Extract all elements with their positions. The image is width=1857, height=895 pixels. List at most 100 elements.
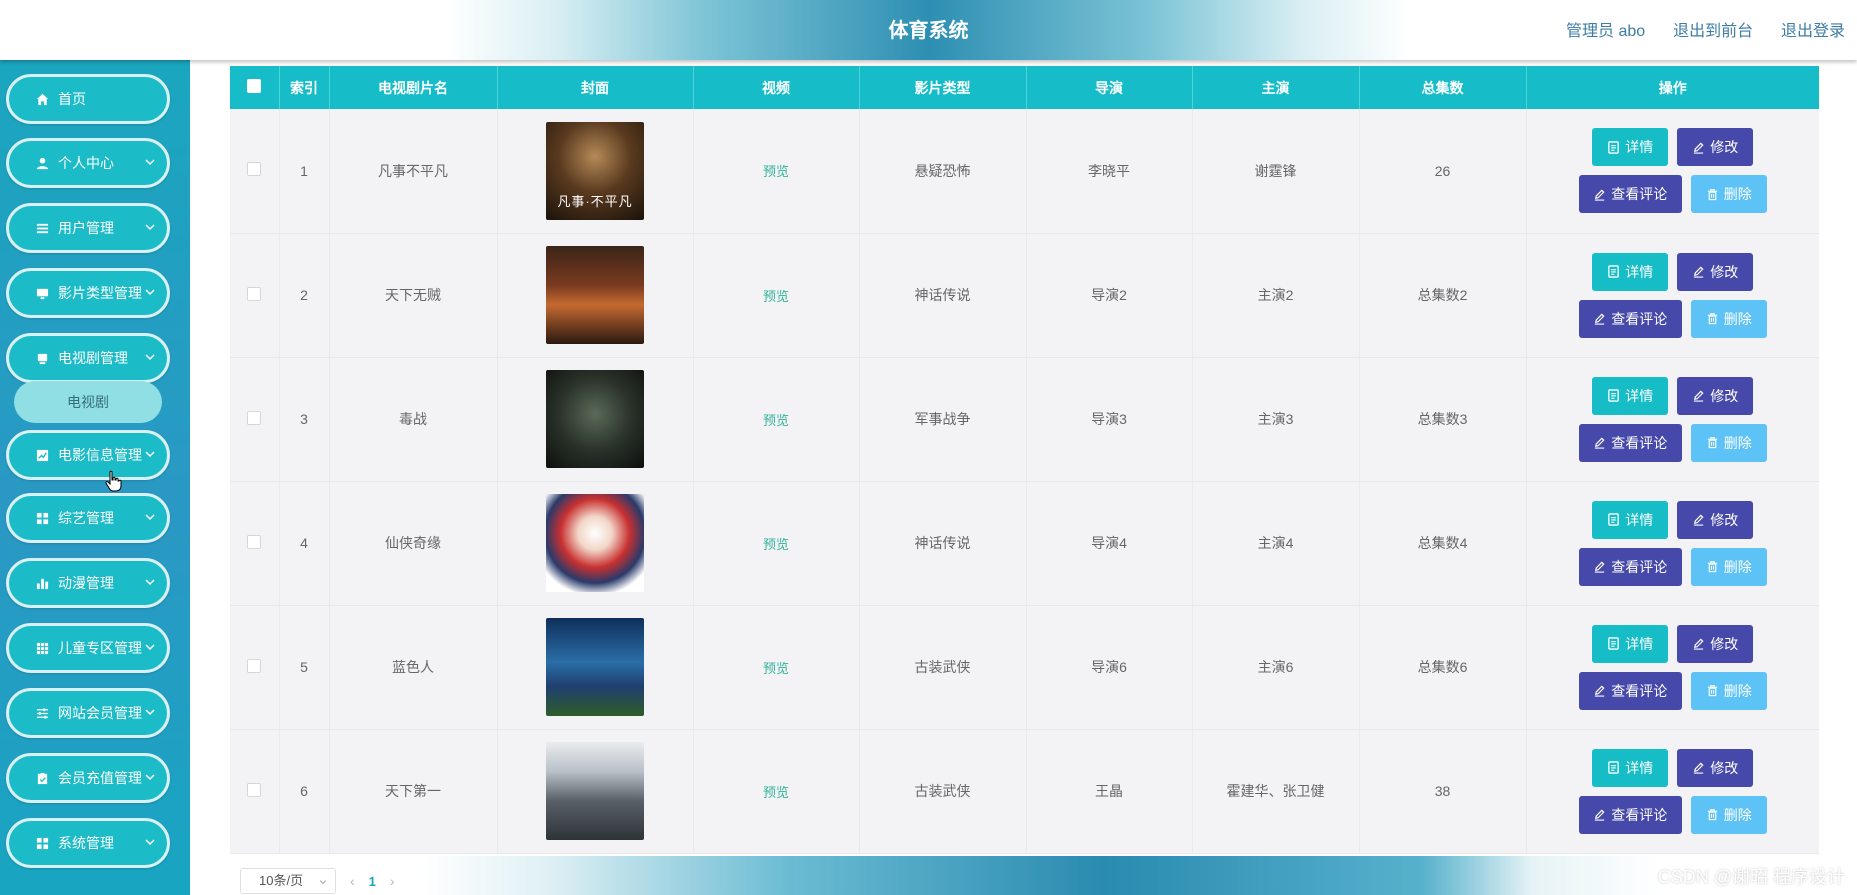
index-cell: 6: [279, 729, 330, 853]
view-reviews-button[interactable]: 查看评论: [1578, 547, 1682, 586]
view-reviews-label: 查看评论: [1611, 434, 1668, 451]
genre-cell: 军事战争: [859, 357, 1027, 481]
view-reviews-button[interactable]: 查看评论: [1578, 795, 1682, 834]
sidebar-item-tv-management[interactable]: 电视剧管理: [6, 333, 170, 383]
chevron-down-icon: [319, 880, 327, 885]
select-all-header[interactable]: [230, 66, 280, 109]
sidebar-item-system-management[interactable]: 系统管理: [6, 818, 170, 868]
episodes-cell: 总集数4: [1359, 481, 1527, 605]
video-preview-link[interactable]: 预览: [763, 785, 789, 800]
next-page-button[interactable]: ›: [390, 873, 395, 889]
view-reviews-button[interactable]: 查看评论: [1578, 175, 1682, 214]
view-reviews-button[interactable]: 查看评论: [1578, 671, 1682, 710]
delete-button-label: 删除: [1723, 434, 1752, 451]
edit-button[interactable]: 修改: [1677, 500, 1754, 539]
row-checkbox[interactable]: [247, 286, 262, 301]
sidebar-item-label: 动漫管理: [58, 575, 114, 591]
chevron-down-icon: [145, 451, 155, 458]
cover-cell: [497, 605, 694, 729]
row-select-cell: [230, 357, 280, 481]
pencil-icon: [1692, 761, 1705, 774]
admin-account-link[interactable]: 管理员 abo: [1566, 23, 1645, 40]
delete-button[interactable]: 删除: [1690, 299, 1767, 338]
detail-button[interactable]: 详情: [1592, 252, 1669, 291]
prev-page-button[interactable]: ‹: [350, 873, 355, 889]
video-preview-link[interactable]: 预览: [763, 661, 789, 676]
sidebar-item-user-management[interactable]: 用户管理: [6, 203, 170, 253]
view-reviews-label: 查看评论: [1611, 186, 1668, 203]
delete-button[interactable]: 删除: [1690, 175, 1767, 214]
edit-button[interactable]: 修改: [1677, 624, 1754, 663]
video-preview-link[interactable]: 预览: [763, 289, 789, 304]
detail-button[interactable]: 详情: [1592, 500, 1669, 539]
row-checkbox[interactable]: [247, 534, 262, 549]
sidebar-item-genre-management[interactable]: 影片类型管理: [6, 268, 170, 318]
index-cell: 5: [279, 605, 330, 729]
edit-button[interactable]: 修改: [1677, 128, 1754, 167]
column-header: 封面: [497, 66, 694, 109]
view-reviews-label: 查看评论: [1611, 682, 1668, 699]
video-preview-link[interactable]: 预览: [763, 164, 789, 179]
delete-button[interactable]: 删除: [1690, 671, 1767, 710]
trash-icon: [1706, 436, 1719, 449]
edit-button[interactable]: 修改: [1677, 748, 1754, 787]
row-checkbox[interactable]: [247, 658, 262, 673]
row-checkbox[interactable]: [247, 410, 262, 425]
view-reviews-button[interactable]: 查看评论: [1578, 423, 1682, 462]
cover-image[interactable]: [546, 494, 644, 592]
delete-button[interactable]: 删除: [1690, 795, 1767, 834]
sidebar-item-label: 系统管理: [58, 835, 114, 851]
cover-image[interactable]: [546, 618, 644, 716]
delete-button[interactable]: 删除: [1690, 547, 1767, 586]
page-number[interactable]: 1: [369, 874, 376, 889]
document-icon: [1607, 761, 1620, 774]
edit-button[interactable]: 修改: [1677, 252, 1754, 291]
cast-cell: 霍建华、张卫健: [1192, 729, 1360, 853]
detail-button[interactable]: 详情: [1592, 748, 1669, 787]
sidebar-item-anime-management[interactable]: 动漫管理: [6, 558, 170, 608]
detail-button[interactable]: 详情: [1592, 128, 1669, 167]
delete-button-label: 删除: [1723, 310, 1752, 327]
row-select-cell: [230, 481, 280, 605]
video-preview-link[interactable]: 预览: [763, 413, 789, 428]
sidebar-item-member-management[interactable]: 网站会员管理: [6, 688, 170, 738]
director-cell: 导演3: [1026, 357, 1193, 481]
chevron-down-icon: [145, 579, 155, 586]
monitor-icon: [35, 286, 49, 300]
cast-cell: 主演2: [1192, 233, 1360, 357]
sidebar-item-kids-management[interactable]: 儿童专区管理: [6, 623, 170, 673]
sidebar-item-variety-management[interactable]: 综艺管理: [6, 493, 170, 543]
sidebar-item-personal-center[interactable]: 个人中心: [6, 138, 170, 188]
row-checkbox[interactable]: [247, 782, 262, 797]
column-header: 总集数: [1359, 66, 1527, 109]
video-preview-link[interactable]: 预览: [763, 537, 789, 552]
cover-image[interactable]: [546, 370, 644, 468]
row-checkbox[interactable]: [247, 162, 262, 177]
edit-button[interactable]: 修改: [1677, 376, 1754, 415]
sidebar-subitem-tv[interactable]: 电视剧: [14, 381, 162, 423]
sidebar-item-movie-management[interactable]: 电影信息管理: [6, 430, 170, 480]
view-reviews-label: 查看评论: [1611, 806, 1668, 823]
video-cell: 预览: [693, 109, 860, 233]
cover-image[interactable]: 凡事·不平凡: [546, 121, 644, 220]
sidebar-item-recharge-management[interactable]: 会员充值管理: [6, 753, 170, 803]
column-header: 导演: [1026, 66, 1193, 109]
select-all-checkbox[interactable]: [247, 79, 262, 93]
actions-cell: 详情 修改查看评论 删除: [1526, 233, 1819, 357]
detail-button[interactable]: 详情: [1592, 376, 1669, 415]
director-cell: 导演6: [1026, 605, 1193, 729]
detail-button[interactable]: 详情: [1592, 624, 1669, 663]
document-icon: [1607, 389, 1620, 402]
logout-link[interactable]: 退出登录: [1781, 23, 1845, 40]
cover-image[interactable]: [546, 246, 644, 344]
sidebar-item-label: 电影信息管理: [58, 447, 142, 463]
page-size-select[interactable]: 10条/页: [240, 868, 336, 894]
episodes-cell: 总集数3: [1359, 357, 1527, 481]
sidebar-item-home[interactable]: 首页: [6, 74, 170, 124]
exit-to-front-link[interactable]: 退出到前台: [1673, 23, 1753, 40]
view-reviews-button[interactable]: 查看评论: [1578, 299, 1682, 338]
tv-series-table: 索引 电视剧片名 封面 视频 影片类型 导演 主演 总集数 操作 1 凡事不平凡凡…: [230, 66, 1819, 854]
cover-image[interactable]: [546, 742, 644, 840]
detail-button-label: 详情: [1625, 139, 1654, 156]
delete-button[interactable]: 删除: [1690, 423, 1767, 462]
